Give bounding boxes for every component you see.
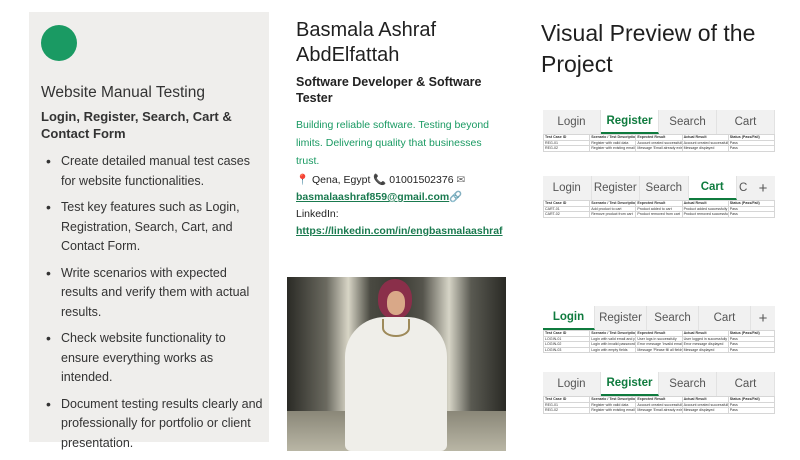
sheet-tab[interactable]: Search [647, 306, 699, 330]
link-icon: 🔗 [449, 191, 463, 203]
sheet-cell: User logged in successfully [681, 335, 729, 342]
project-title: Website Manual Testing [41, 84, 205, 101]
bullet-item: Write scenarios with expected results an… [41, 264, 263, 323]
sheet-tab[interactable]: Login [543, 306, 595, 330]
sheet-tab[interactable]: Cart [717, 110, 775, 134]
sheet-cell: Pass [727, 211, 776, 218]
sheet-cell: Error message displayed [681, 341, 729, 348]
sheet-cell: Account created successfully [635, 401, 683, 408]
sheet-tab-bar: Login Register Search Cart C + [543, 176, 775, 200]
person-name: Basmala Ashraf AbdElfattah [296, 19, 437, 66]
sheet-cell: Login with valid email and password [589, 335, 637, 342]
sheet-cell: Message 'Please fill all fields' [635, 346, 683, 353]
person-role: Software Developer & Software Tester [296, 75, 482, 105]
sheet-tab[interactable]: Login [543, 372, 601, 396]
sheet-header-cell: Scenario / Test Description [589, 134, 637, 141]
sheet-cell: Message 'Email already exists' [635, 145, 683, 152]
contact-block: 📍 Qena, Egypt 📞 01001502376 ✉ basmalaash… [296, 172, 506, 240]
sheet-cell: Account created successfully [681, 139, 729, 146]
sheet-cell: Register with existing email [589, 407, 637, 414]
project-card: Website Manual Testing Login, Register, … [29, 12, 269, 450]
sheet-tab[interactable]: Cart [717, 372, 775, 396]
sheet-cell: Pass [727, 145, 776, 152]
sheet-tab[interactable]: C [737, 176, 751, 200]
sheet-cell: REG-02 [542, 407, 591, 414]
sheet-cell: Register with existing email [589, 145, 637, 152]
sheet-cell: User logs in successfully [635, 335, 683, 342]
table-row: REG-02 Register with existing email Messag… [542, 145, 776, 152]
sheet-cell: Message displayed [681, 346, 729, 353]
sheet-cell: Message 'Email already exists' [635, 407, 683, 414]
sheet-cell: Login with invalid password [589, 341, 637, 348]
sheet-tab[interactable]: Search [640, 176, 689, 200]
spreadsheet-preview-login: Login Register Search Cart + Test Case ID Scen… [542, 306, 776, 353]
location-pin-icon: 📍 [296, 174, 310, 186]
sheet-cell: Account created successfully [635, 139, 683, 146]
sheet-cell: Product removed from cart [635, 211, 683, 218]
table-row: LOGIN-03 Login with empty fields Message '… [542, 346, 776, 353]
project-bullets: Create detailed manual test cases for we… [41, 152, 263, 460]
spreadsheet-preview-register-2: Login Register Search Cart Test Case ID Scena… [542, 372, 776, 414]
sheet-cell: Remove product from cart [589, 211, 637, 218]
sheet-tab-bar: Login Register Search Cart + [543, 306, 775, 330]
table-row: REG-02 Register with existing email Messag… [542, 407, 776, 414]
sheet-tab[interactable]: Register [595, 306, 647, 330]
sheet-grid: Test Case ID Scenario / Test Description E… [542, 200, 776, 218]
bullet-item: Check website functionality to ensure ev… [41, 329, 263, 388]
sheet-tab[interactable]: Cart [699, 306, 751, 330]
sheet-grid: Test Case ID Scenario / Test Description E… [542, 330, 776, 353]
spreadsheet-preview-register: Login Register Search Cart Test Case ID Scena… [542, 110, 776, 152]
sheet-tab-bar: Login Register Search Cart [543, 372, 775, 396]
photo-necklace [382, 319, 410, 337]
table-row: CART-02 Remove product from cart Product r… [542, 211, 776, 218]
sheet-cell: Message displayed [681, 145, 729, 152]
linkedin-link[interactable]: https://linkedin.com/in/engbasmalaashraf [296, 225, 503, 237]
sheet-tab[interactable]: Search [659, 372, 717, 396]
sheet-cell: CART-02 [542, 211, 591, 218]
tagline: Building reliable software. Testing beyo… [296, 119, 490, 167]
sheet-cell: Pass [727, 407, 776, 414]
bullet-item: Document testing results clearly and pro… [41, 395, 263, 454]
phone-text: 01001502376 [389, 174, 454, 186]
sheet-tab[interactable]: Cart [688, 176, 737, 200]
photo-dress [345, 317, 447, 451]
project-subtitle: Login, Register, Search, Cart & Contact … [41, 109, 232, 141]
email-link[interactable]: basmalaashraf859@gmail.com [296, 191, 449, 203]
profile-photo [287, 277, 506, 451]
add-sheet-button[interactable]: + [751, 176, 775, 200]
bullet-item: Create detailed manual test cases for we… [41, 152, 263, 191]
photo-face [387, 291, 405, 315]
preview-title: Visual Preview of the Project [541, 20, 756, 77]
sheet-cell: Product removed successfully [681, 211, 729, 218]
sheet-tab[interactable]: Register [601, 372, 659, 396]
sheet-header-cell: Scenario / Test Description [589, 396, 637, 403]
sheet-tab[interactable]: Register [601, 110, 659, 134]
location-text: Qena, Egypt [312, 174, 371, 186]
sheet-cell: Error message 'Invalid email or password… [635, 341, 683, 348]
sheet-grid: Test Case ID Scenario / Test Description E… [542, 396, 776, 414]
sheet-header-cell: Scenario / Test Description [589, 200, 637, 207]
sheet-tab[interactable]: Search [659, 110, 717, 134]
sheet-cell: Login with empty fields [589, 346, 637, 353]
sheet-cell: Pass [727, 346, 776, 353]
sheet-tab[interactable]: Login [543, 176, 592, 200]
sheet-tab[interactable]: Register [592, 176, 640, 200]
sheet-tab-bar: Login Register Search Cart [543, 110, 775, 134]
linkedin-label: LinkedIn: [296, 208, 339, 220]
add-sheet-button[interactable]: + [751, 306, 775, 330]
sheet-cell: Product added successfully [681, 205, 729, 212]
sheet-header-cell: Scenario / Test Description [589, 330, 637, 337]
phone-icon: 📞 [373, 174, 387, 186]
bullet-item: Test key features such as Login, Registr… [41, 198, 263, 257]
sheet-grid: Test Case ID Scenario / Test Description E… [542, 134, 776, 152]
sheet-cell: REG-02 [542, 145, 591, 152]
sheet-cell: Message displayed [681, 407, 729, 414]
sheet-cell: Account created successfully [681, 401, 729, 408]
green-dot-icon [41, 25, 77, 61]
sheet-cell: LOGIN-03 [542, 346, 591, 353]
email-icon: ✉ [456, 174, 466, 186]
spreadsheet-preview-cart: Login Register Search Cart C + Test Case ID Sce… [542, 176, 776, 218]
sheet-tab[interactable]: Login [543, 110, 601, 134]
